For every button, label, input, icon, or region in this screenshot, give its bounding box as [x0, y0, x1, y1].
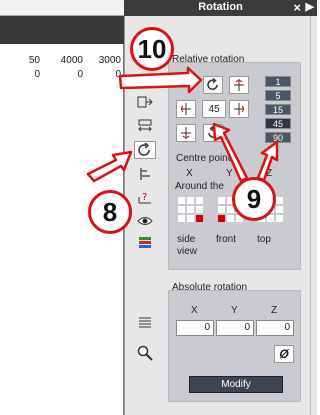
step-option[interactable]: 1: [265, 76, 291, 87]
reset-rotation-button[interactable]: Ø: [274, 345, 294, 363]
top-view-label: top: [257, 234, 271, 245]
abs-axis-label-x: X: [191, 305, 198, 316]
abs-rotation-x-input[interactable]: 0: [176, 320, 214, 336]
axis-label-x: X: [186, 168, 193, 179]
close-icon[interactable]: ×: [293, 0, 301, 15]
table-cell: 3000: [98, 55, 121, 66]
table-cell: 4000: [60, 55, 83, 66]
axis-rotate-left-icon[interactable]: [176, 100, 196, 118]
step-option[interactable]: 15: [265, 104, 291, 115]
around-label: Around the: [175, 181, 224, 192]
step-option[interactable]: 5: [265, 90, 291, 101]
svg-text:?: ?: [142, 192, 147, 203]
callout-9: 9: [232, 177, 276, 221]
document-dark-band: [0, 16, 124, 44]
zoom-icon[interactable]: [134, 344, 156, 362]
list-icon[interactable]: [134, 314, 156, 332]
callout-10: 10: [130, 27, 174, 71]
panel-titlebar: Rotation × ▶: [124, 0, 317, 16]
abs-rotation-y-input[interactable]: 0: [216, 320, 254, 336]
resize-icon[interactable]: [134, 117, 156, 135]
table-row: 0 0 0: [0, 69, 124, 81]
callout-8: 8: [88, 190, 132, 234]
help-axis-icon[interactable]: ?: [134, 189, 156, 207]
abs-rotation-z-input[interactable]: 0: [256, 320, 294, 336]
insert-arrow-icon[interactable]: [134, 93, 156, 111]
abs-axis-label-y: Y: [231, 305, 238, 316]
abs-axis-label-z: Z: [271, 305, 278, 316]
table-cell: 0: [115, 69, 121, 80]
axis-rotate-right-icon[interactable]: [229, 100, 249, 118]
rotate-ccw-button[interactable]: [203, 124, 223, 142]
axis-rotate-down-icon[interactable]: [176, 124, 196, 142]
flip-rotate-icon[interactable]: [229, 76, 249, 94]
side-view-label: side view: [177, 234, 198, 257]
front-view-label: front: [216, 234, 237, 245]
relative-rotation-title: Relative rotation: [172, 54, 245, 65]
modify-button[interactable]: Modify: [189, 376, 283, 393]
centre-point-grid-side[interactable]: [178, 197, 206, 225]
axis-label-z: Z: [266, 168, 273, 179]
table-cell: 0: [34, 69, 40, 80]
axis-label-y: Y: [226, 168, 233, 179]
align-icon[interactable]: [134, 165, 156, 183]
rotate-cw-button[interactable]: [203, 76, 223, 94]
document-topbar: [0, 0, 124, 16]
table-row: 50 4000 3000: [0, 55, 124, 67]
color-bars-icon[interactable]: [134, 234, 156, 252]
table-cell: 0: [77, 69, 83, 80]
centre-points-label: Centre points: [176, 153, 236, 164]
absolute-rotation-title: Absolute rotation: [172, 282, 248, 293]
step-option-selected[interactable]: 45: [265, 118, 291, 129]
table-cell: 50: [28, 55, 40, 66]
eye-icon[interactable]: [134, 212, 156, 230]
rotate-icon[interactable]: [134, 141, 156, 159]
panel-scrollbar[interactable]: [310, 16, 317, 415]
step-option[interactable]: 90: [265, 132, 291, 143]
panel-title: Rotation: [198, 1, 243, 13]
collapse-icon[interactable]: ▶: [306, 0, 314, 13]
rotation-angle-input[interactable]: 45: [202, 100, 226, 118]
